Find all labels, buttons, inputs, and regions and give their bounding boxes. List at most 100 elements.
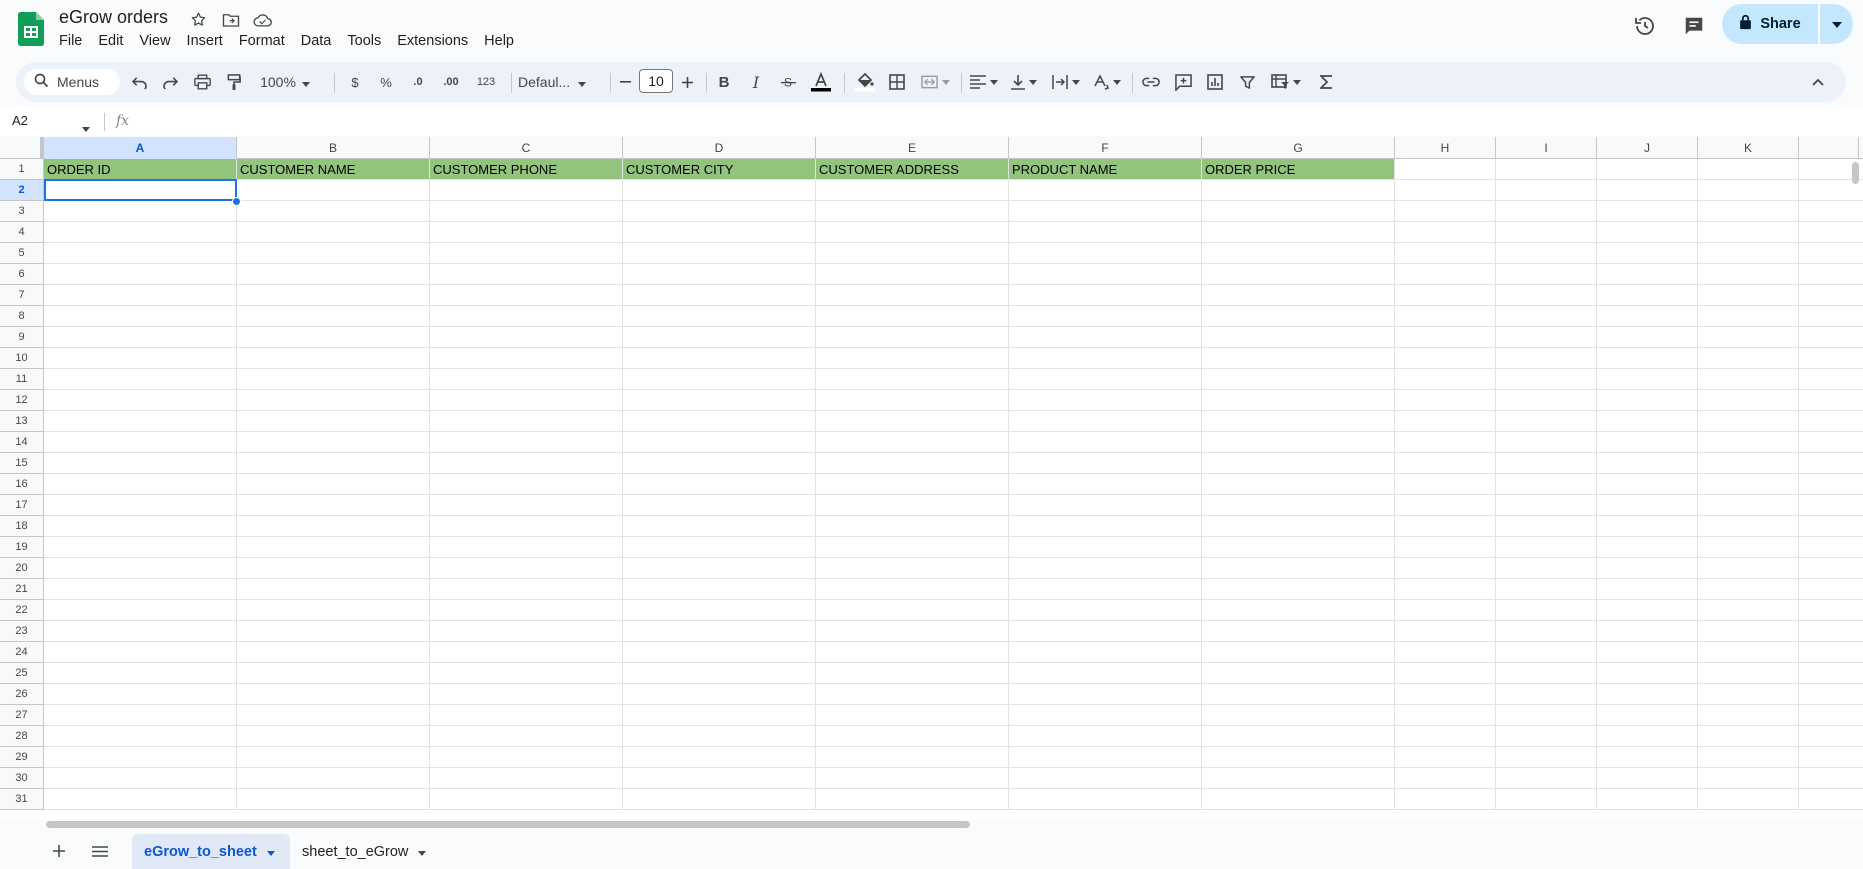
selected-cell-a2[interactable] (44, 179, 237, 201)
caret-down-icon[interactable] (418, 844, 427, 860)
horizontal-scrollbar[interactable] (46, 821, 970, 828)
move-folder-icon[interactable] (220, 9, 241, 30)
menu-insert[interactable]: Insert (179, 31, 231, 51)
column-header-c[interactable]: C (430, 137, 623, 159)
filter-views-icon[interactable] (1268, 68, 1304, 96)
share-dropdown-button[interactable] (1820, 4, 1853, 44)
row-header-5[interactable]: 5 (0, 243, 44, 264)
header-cell-g1[interactable]: ORDER PRICE (1202, 159, 1395, 179)
name-box[interactable]: A2 (12, 113, 28, 128)
vertical-align-icon[interactable] (1008, 68, 1040, 96)
vertical-scrollbar[interactable] (1852, 162, 1859, 184)
row-header-16[interactable]: 16 (0, 474, 44, 495)
text-wrapping-icon[interactable] (1050, 68, 1082, 96)
menu-format[interactable]: Format (231, 31, 293, 51)
row-header-23[interactable]: 23 (0, 621, 44, 642)
row-header-17[interactable]: 17 (0, 495, 44, 516)
row-header-29[interactable]: 29 (0, 747, 44, 768)
menu-data[interactable]: Data (293, 31, 340, 51)
row-header-28[interactable]: 28 (0, 726, 44, 747)
functions-sigma-icon[interactable] (1315, 68, 1337, 96)
row-header-27[interactable]: 27 (0, 705, 44, 726)
add-sheet-icon[interactable] (48, 840, 70, 862)
row-header-15[interactable]: 15 (0, 453, 44, 474)
row-header-2[interactable]: 2 (0, 180, 44, 201)
insert-comment-icon[interactable] (1172, 68, 1194, 96)
menu-file[interactable]: File (51, 31, 90, 51)
row-header-24[interactable]: 24 (0, 642, 44, 663)
row-header-20[interactable]: 20 (0, 558, 44, 579)
menu-view[interactable]: View (131, 31, 178, 51)
column-header-i[interactable]: I (1496, 137, 1597, 159)
strikethrough-icon[interactable]: S (777, 68, 799, 96)
row-header-26[interactable]: 26 (0, 684, 44, 705)
row-header-9[interactable]: 9 (0, 327, 44, 348)
font-family-select[interactable]: Defaul... (518, 68, 602, 96)
row-header-7[interactable]: 7 (0, 285, 44, 306)
insert-chart-icon[interactable] (1204, 68, 1226, 96)
version-history-icon[interactable] (1629, 10, 1661, 42)
select-all-corner[interactable] (0, 137, 44, 159)
all-sheets-menu-icon[interactable] (89, 840, 111, 862)
bold-icon[interactable]: B (713, 68, 735, 96)
document-title[interactable]: eGrow orders (59, 7, 168, 28)
row-header-18[interactable]: 18 (0, 516, 44, 537)
row-header-19[interactable]: 19 (0, 537, 44, 558)
header-cell-e1[interactable]: CUSTOMER ADDRESS (816, 159, 1009, 179)
search-menus[interactable]: Menus (24, 69, 120, 95)
row-header-22[interactable]: 22 (0, 600, 44, 621)
percent-format-button[interactable]: % (376, 68, 396, 96)
row-header-8[interactable]: 8 (0, 306, 44, 327)
column-header-d[interactable]: D (623, 137, 816, 159)
column-header-extra[interactable] (1799, 137, 1859, 159)
merge-cells-icon[interactable] (918, 68, 952, 96)
menu-help[interactable]: Help (476, 31, 522, 51)
column-header-k[interactable]: K (1698, 137, 1799, 159)
print-icon[interactable] (191, 68, 213, 96)
caret-down-icon[interactable] (266, 844, 275, 860)
italic-icon[interactable]: I (745, 68, 767, 96)
caret-down-icon[interactable] (82, 119, 90, 137)
row-header-1[interactable]: 1 (0, 159, 44, 180)
menu-tools[interactable]: Tools (339, 31, 389, 51)
header-cell-d1[interactable]: CUSTOMER CITY (623, 159, 816, 179)
zoom-select[interactable]: 100% (257, 68, 313, 96)
row-header-31[interactable]: 31 (0, 789, 44, 810)
decrease-decimal-button[interactable]: .0 (406, 68, 430, 96)
horizontal-align-icon[interactable] (968, 68, 1000, 96)
number-format-button[interactable]: 123 (472, 68, 500, 96)
share-button[interactable]: Share (1722, 4, 1818, 44)
star-icon[interactable] (188, 9, 209, 30)
header-cell-c1[interactable]: CUSTOMER PHONE (430, 159, 623, 179)
redo-icon[interactable] (159, 68, 181, 96)
row-header-14[interactable]: 14 (0, 432, 44, 453)
row-header-30[interactable]: 30 (0, 768, 44, 789)
column-header-b[interactable]: B (237, 137, 430, 159)
column-header-g[interactable]: G (1202, 137, 1395, 159)
column-header-f[interactable]: F (1009, 137, 1202, 159)
column-header-a[interactable]: A (44, 137, 237, 159)
sheets-logo-icon[interactable] (18, 12, 44, 46)
header-cell-b1[interactable]: CUSTOMER NAME (237, 159, 430, 179)
row-header-6[interactable]: 6 (0, 264, 44, 285)
row-header-12[interactable]: 12 (0, 390, 44, 411)
sheet-tab-egrow-to-sheet[interactable]: eGrow_to_sheet (132, 834, 290, 869)
comments-icon[interactable] (1678, 10, 1710, 42)
filter-icon[interactable] (1236, 68, 1258, 96)
currency-format-button[interactable]: $ (345, 68, 365, 96)
fill-handle[interactable] (232, 197, 241, 206)
row-header-3[interactable]: 3 (0, 201, 44, 222)
formula-input[interactable] (140, 113, 1840, 131)
increase-font-size-icon[interactable] (678, 68, 696, 96)
insert-link-icon[interactable] (1140, 68, 1162, 96)
text-color-icon[interactable] (809, 68, 833, 96)
menu-edit[interactable]: Edit (90, 31, 131, 51)
header-cell-f1[interactable]: PRODUCT NAME (1009, 159, 1202, 179)
row-header-4[interactable]: 4 (0, 222, 44, 243)
decrease-font-size-icon[interactable] (616, 68, 634, 96)
borders-icon[interactable] (886, 68, 908, 96)
increase-decimal-button[interactable]: .00 (437, 68, 465, 96)
row-header-11[interactable]: 11 (0, 369, 44, 390)
row-header-21[interactable]: 21 (0, 579, 44, 600)
spreadsheet-grid[interactable]: ABCDEFGHIJK 1 2 3 4 5 6 7 8 9 10 11 12 13 14 15 16 17 18 1… (0, 137, 1863, 819)
